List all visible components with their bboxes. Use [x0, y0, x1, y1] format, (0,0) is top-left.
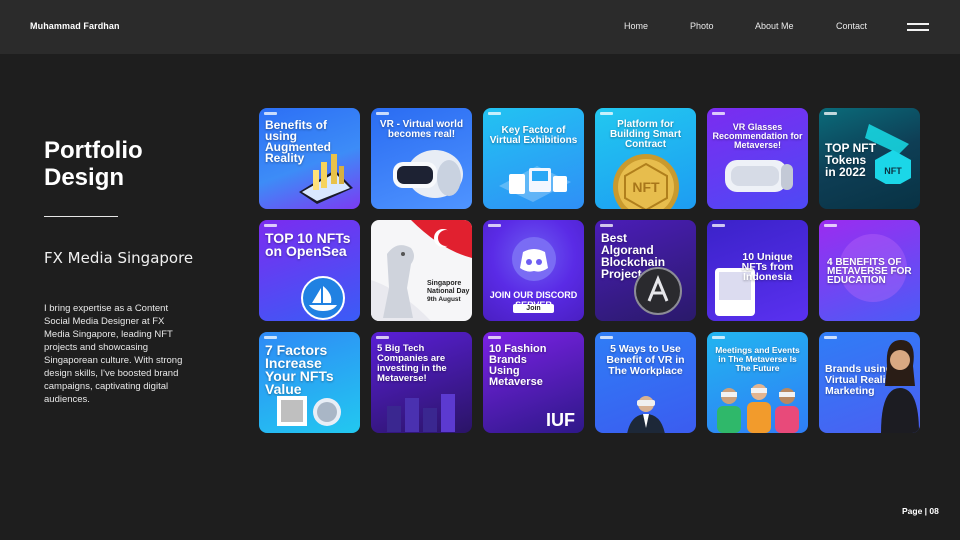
discord-logo-icon	[511, 236, 557, 282]
opensea-logo-icon	[301, 276, 345, 320]
brand-logo-icon	[264, 336, 277, 339]
nav-photo[interactable]: Photo	[690, 21, 714, 31]
tile-title: TOP NFT Tokens in 2022	[825, 141, 876, 179]
merlion-icon	[377, 238, 425, 318]
tile-title: 10 Fashion Brands Using Metaverse	[489, 343, 547, 388]
portfolio-tile-vr-glasses[interactable]: VR Glasses Recommendation for Metaverse!	[707, 108, 808, 209]
portfolio-tile-vr-world[interactable]: VR - Virtual world becomes real!	[371, 108, 472, 209]
portfolio-tile-big-tech-metaverse[interactable]: 5 Big Tech Companies are investing in th…	[371, 332, 472, 433]
portfolio-tile-virtual-exhibitions[interactable]: Key Factor of Virtual Exhibitions	[483, 108, 584, 209]
top-navigation-bar: Muhammad Fardhan Home Photo About Me Con…	[0, 0, 960, 54]
brand-logo-icon	[824, 112, 837, 115]
title-divider	[44, 216, 118, 217]
man-with-vr-icon	[623, 394, 669, 433]
nav-contact[interactable]: Contact	[836, 21, 867, 31]
discord-join-button: Join	[513, 304, 554, 313]
portfolio-tile-vr-workplace[interactable]: 5 Ways to Use Benefit of VR in The Workp…	[595, 332, 696, 433]
tile-title: VR Glasses Recommendation for Metaverse!	[712, 122, 803, 150]
national-day-title: Singapore National Day	[427, 280, 470, 295]
brand-logo-icon	[376, 336, 389, 339]
brand-logo-icon	[488, 336, 501, 339]
exhibition-booth-icon	[497, 156, 573, 202]
national-day-date: 9th August	[427, 296, 461, 303]
national-day-caption: Singapore National Day 9th August	[427, 280, 470, 304]
vr-headset-icon	[387, 144, 469, 206]
portfolio-grid: Benefits of using Augmented Reality VR -…	[259, 108, 920, 433]
page-number: Page | 08	[902, 506, 939, 516]
portfolio-tile-top-nft-tokens[interactable]: NFT TOP NFT Tokens in 2022	[819, 108, 920, 209]
tile-title: 5 Ways to Use Benefit of VR in The Workp…	[606, 343, 685, 377]
tile-title: Key Factor of Virtual Exhibitions	[489, 125, 578, 146]
people-with-vr-icon	[709, 378, 806, 433]
brand-logo-icon	[488, 224, 501, 227]
nav-home[interactable]: Home	[624, 21, 648, 31]
hamburger-menu-icon[interactable]	[907, 22, 929, 32]
nft-badge: NFT	[884, 166, 902, 176]
brand-logo-icon	[488, 112, 501, 115]
brand-logo-icon	[712, 224, 725, 227]
title-line-1: Portfolio	[44, 137, 143, 164]
portfolio-tile-top-10-nfts[interactable]: TOP 10 NFTs on OpenSea	[259, 220, 360, 321]
tile-title: VR - Virtual world becomes real!	[379, 119, 464, 140]
brand-logo-icon	[264, 224, 277, 227]
portfolio-tile-metaverse-meetings[interactable]: Meetings and Events in The Metaverse Is …	[707, 332, 808, 433]
brand-logo-icon	[600, 336, 613, 339]
algorand-coin-icon	[633, 266, 683, 316]
nav-about-me[interactable]: About Me	[755, 21, 794, 31]
portfolio-tile-indonesia-nfts[interactable]: 10 Unique NFTs from Indonesia	[707, 220, 808, 321]
brand-logo-icon	[712, 336, 725, 339]
brand-logo-icon	[712, 112, 725, 115]
portfolio-tile-nft-value-factors[interactable]: 7 Factors Increase Your NFTs Value	[259, 332, 360, 433]
tile-title: 5 Big Tech Companies are investing in th…	[377, 343, 447, 384]
coin-label: NFT	[632, 179, 660, 195]
description-text: I bring expertise as a Content Social Me…	[44, 303, 183, 405]
tile-title: 7 Factors Increase Your NFTs Value	[265, 342, 334, 397]
company-subtitle: FX Media Singapore	[44, 249, 194, 267]
phone-city-icon	[295, 148, 357, 204]
title-line-2: Design	[44, 164, 125, 191]
tech-buildings-icon	[381, 388, 467, 432]
tile-title: Platform for Building Smart Contract	[609, 119, 682, 150]
portfolio-tile-algorand[interactable]: Best Algorand Blockchain Project	[595, 220, 696, 321]
brand-logo-icon	[264, 112, 277, 115]
vr-glasses-icon	[721, 152, 797, 202]
portfolio-tile-ar-benefits[interactable]: Benefits of using Augmented Reality	[259, 108, 360, 209]
nft-frame-icon	[275, 392, 345, 430]
brand-logo-icon	[824, 336, 837, 339]
portfolio-tile-vr-marketing[interactable]: Brands using Virtual Reality Marketing	[819, 332, 920, 433]
nft-coin-icon: NFT	[611, 152, 681, 209]
tile-title: 10 Unique NFTs from Indonesia	[741, 251, 794, 283]
portfolio-tile-discord[interactable]: JOIN OUR DISCORD SERVER Join	[483, 220, 584, 321]
brand-logo-icon	[824, 224, 837, 227]
brand-logo-icon	[376, 112, 389, 115]
woman-portrait-icon	[879, 336, 919, 433]
tile-title: Meetings and Events in The Metaverse Is …	[715, 345, 800, 373]
brand-logo-icon	[600, 224, 613, 227]
portfolio-tile-metaverse-education[interactable]: 4 BENEFITS OF METAVERSE FOR EDUCATION	[819, 220, 920, 321]
portfolio-tile-fashion-brands[interactable]: 10 Fashion Brands Using Metaverse IUF	[483, 332, 584, 433]
tile-title: 4 BENEFITS OF METAVERSE FOR EDUCATION	[827, 257, 912, 286]
brand-logo-icon	[600, 112, 613, 115]
page-title: Portfolio Design	[44, 137, 214, 191]
brand-name[interactable]: Muhammad Fardhan	[30, 21, 120, 31]
portfolio-tile-smart-contract[interactable]: Platform for Building Smart Contract NFT	[595, 108, 696, 209]
fashion-tag: IUF	[546, 410, 575, 430]
portfolio-tile-singapore-national-day[interactable]: Singapore National Day 9th August	[371, 220, 472, 321]
tile-title: TOP 10 NFTs on OpenSea	[265, 230, 351, 259]
